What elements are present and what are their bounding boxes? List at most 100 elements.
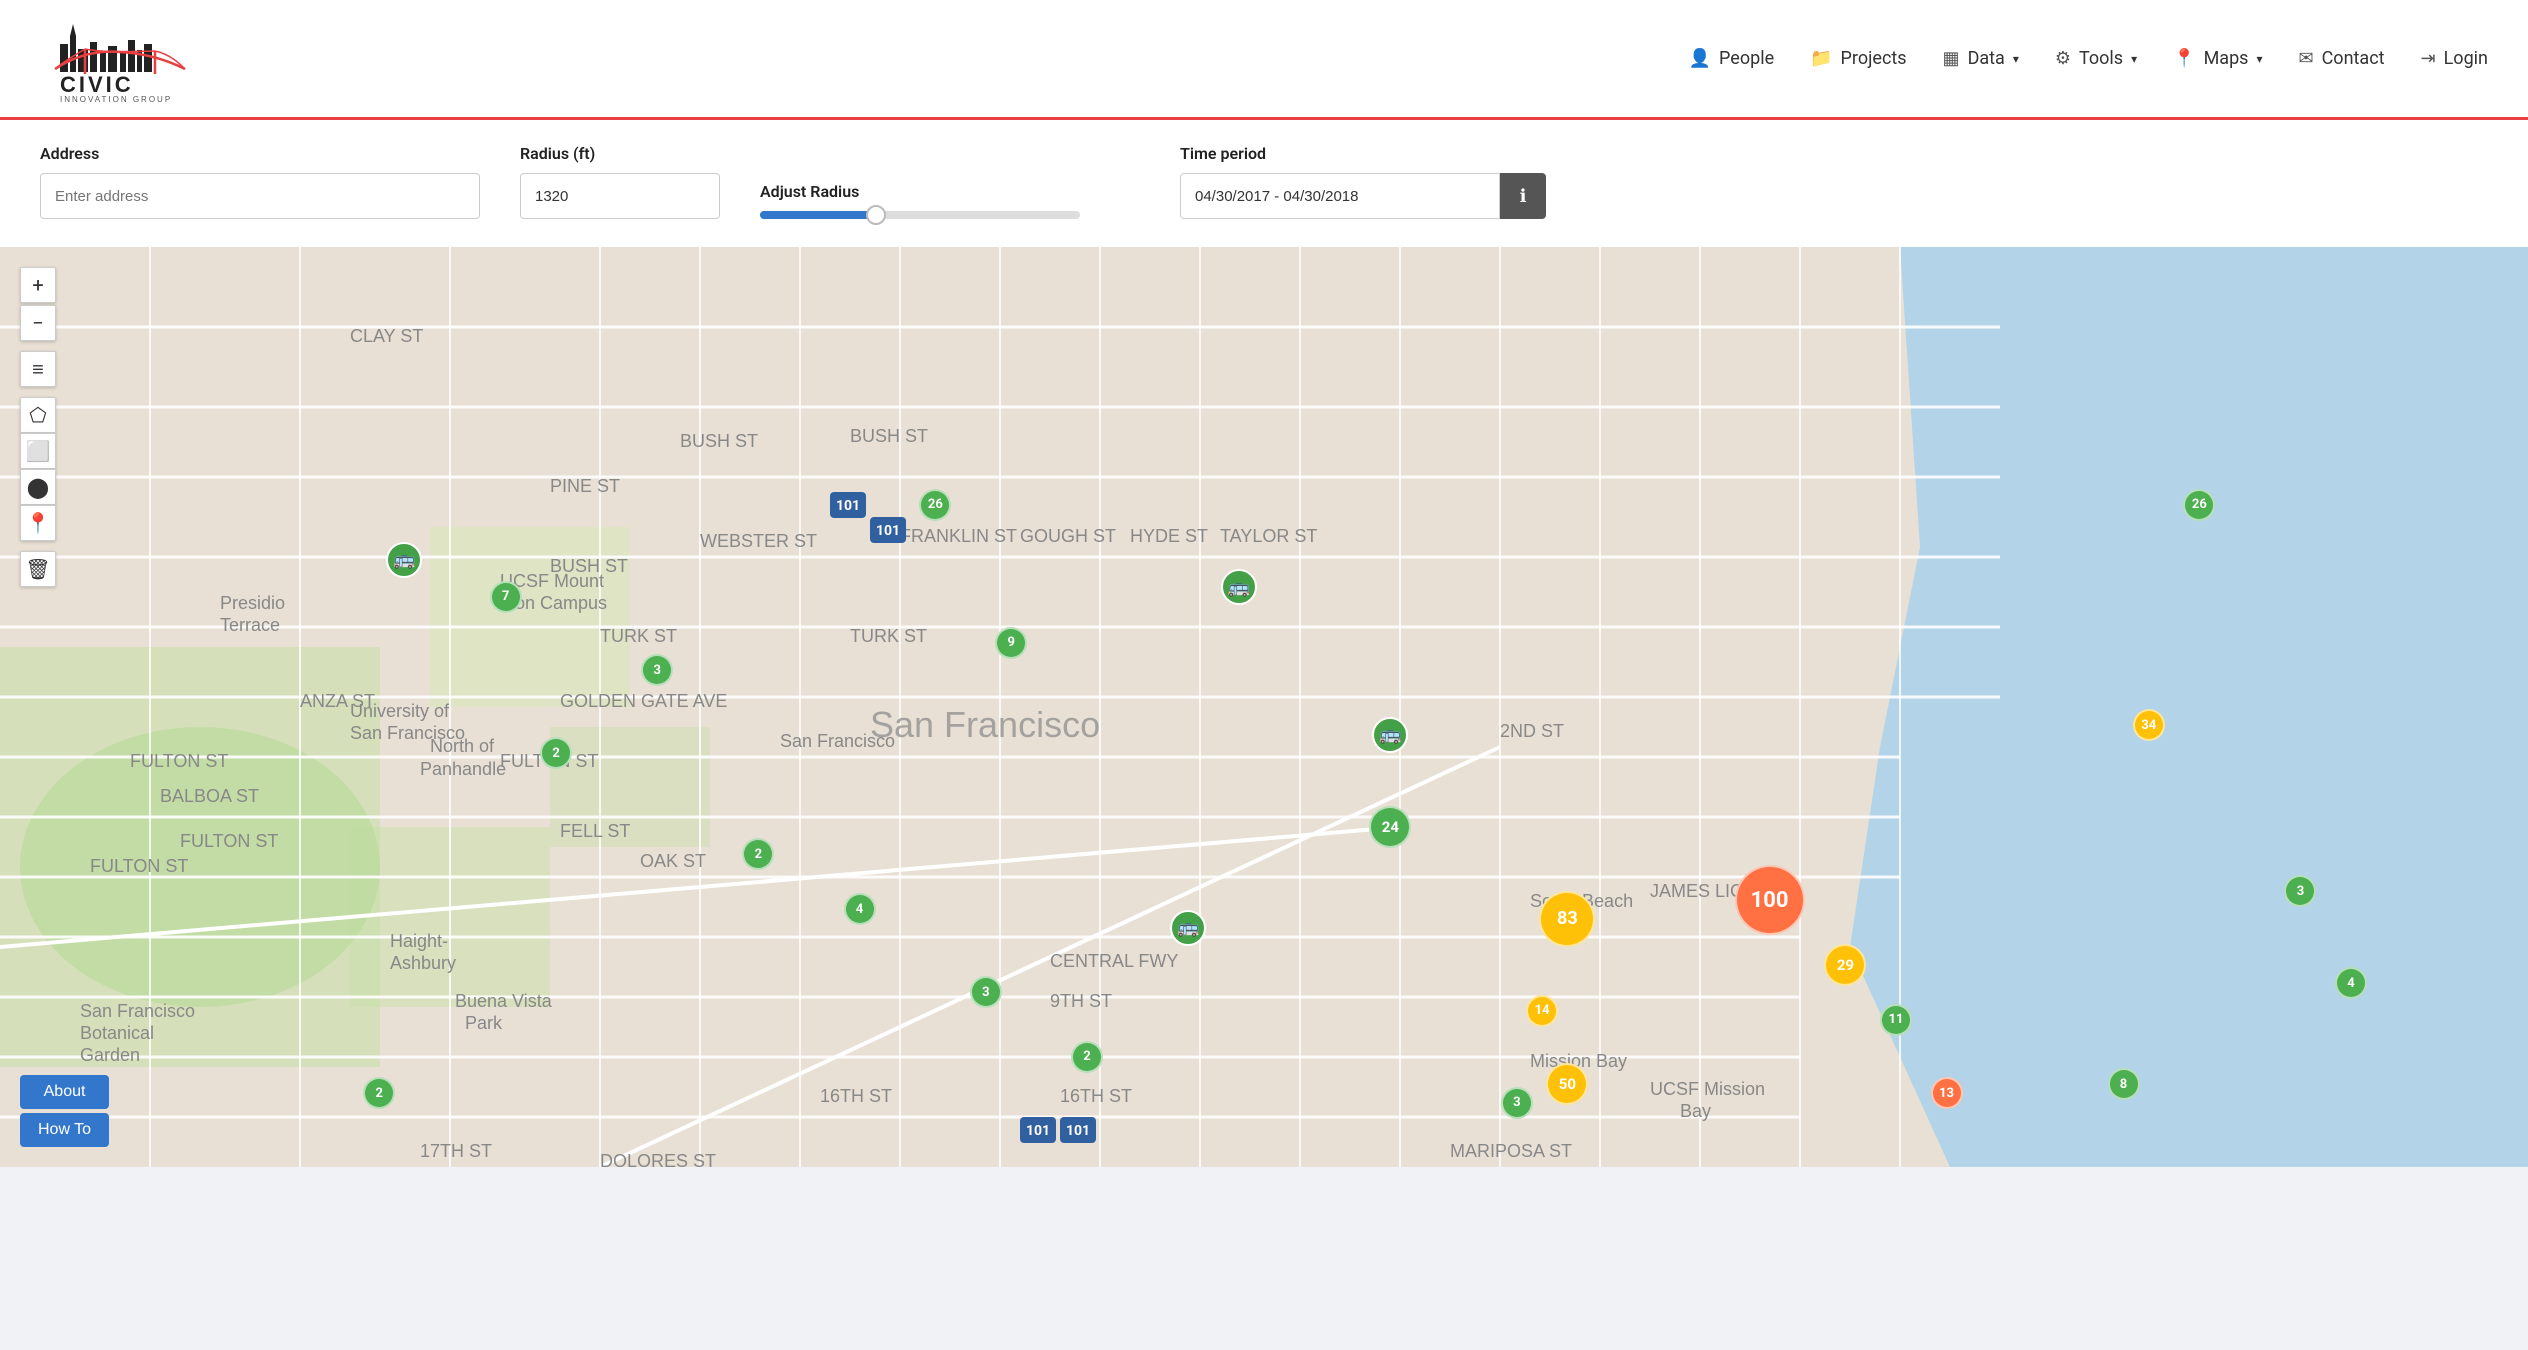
cluster-marker[interactable]: 11 bbox=[1880, 1004, 1912, 1036]
map-container: CLAY ST PINE ST BUSH ST BUSH ST BUSH ST … bbox=[0, 247, 2528, 1167]
svg-text:TURK ST: TURK ST bbox=[850, 626, 927, 646]
svg-text:101: 101 bbox=[876, 523, 900, 539]
rectangle-draw-button[interactable]: ⬜ bbox=[20, 433, 56, 469]
svg-text:FULTON ST: FULTON ST bbox=[130, 751, 228, 771]
cluster-marker[interactable]: 9 bbox=[995, 627, 1027, 659]
svg-text:North of: North of bbox=[430, 736, 495, 756]
circle-draw-button[interactable]: ⬤ bbox=[20, 469, 56, 505]
slider-track[interactable] bbox=[760, 211, 1080, 219]
cluster-marker[interactable]: 83 bbox=[1539, 891, 1595, 947]
svg-text:TAYLOR ST: TAYLOR ST bbox=[1220, 526, 1317, 546]
time-period-info-button[interactable]: ℹ bbox=[1500, 173, 1546, 219]
cluster-marker[interactable]: 3 bbox=[641, 654, 673, 686]
svg-text:Presidio: Presidio bbox=[220, 593, 285, 613]
svg-text:101: 101 bbox=[1066, 1123, 1090, 1139]
contact-icon: ✉ bbox=[2299, 48, 2314, 69]
delete-button[interactable]: 🗑 bbox=[20, 551, 56, 587]
bus-stop-marker[interactable]: 🚌 bbox=[1372, 717, 1408, 753]
address-label: Address bbox=[40, 144, 480, 163]
howto-button[interactable]: How To bbox=[20, 1113, 109, 1147]
cluster-marker[interactable]: 3 bbox=[970, 976, 1002, 1008]
radius-input[interactable] bbox=[520, 173, 720, 219]
radius-slider-container bbox=[760, 211, 1140, 219]
svg-text:Haight-: Haight- bbox=[390, 931, 448, 951]
logo-svg: CIVIC INNOVATION GROUP bbox=[40, 14, 200, 104]
nav-tools-label: Tools bbox=[2079, 48, 2123, 69]
zoom-in-button[interactable]: + bbox=[20, 267, 56, 303]
cluster-marker[interactable]: 26 bbox=[2183, 489, 2215, 521]
svg-text:GOLDEN GATE AVE: GOLDEN GATE AVE bbox=[560, 691, 727, 711]
nav-maps[interactable]: 📍 Maps ▾ bbox=[2173, 48, 2262, 69]
nav-data-label: Data bbox=[1968, 48, 2005, 69]
bus-stop-marker[interactable]: 🚌 bbox=[1221, 569, 1257, 605]
svg-text:Garden: Garden bbox=[80, 1045, 140, 1065]
slider-thumb[interactable] bbox=[866, 205, 886, 225]
point-draw-button[interactable]: 📍 bbox=[20, 505, 56, 541]
svg-text:UCSF Mission: UCSF Mission bbox=[1650, 1079, 1765, 1099]
cluster-marker[interactable]: 14 bbox=[1526, 995, 1558, 1027]
svg-text:2ND ST: 2ND ST bbox=[1500, 721, 1564, 741]
cluster-marker[interactable]: 2 bbox=[540, 737, 572, 769]
time-period-label: Time period bbox=[1180, 144, 1546, 163]
svg-text:16TH ST: 16TH ST bbox=[820, 1086, 892, 1106]
map-background: CLAY ST PINE ST BUSH ST BUSH ST BUSH ST … bbox=[0, 247, 2528, 1167]
cluster-marker[interactable]: 24 bbox=[1369, 806, 1411, 848]
svg-text:FELL ST: FELL ST bbox=[560, 821, 630, 841]
cluster-marker[interactable]: 7 bbox=[490, 581, 522, 613]
cluster-marker[interactable]: 8 bbox=[2108, 1068, 2140, 1100]
header: CIVIC INNOVATION GROUP 👤 People 📁 Projec… bbox=[0, 0, 2528, 120]
nav-tools[interactable]: ⚙ Tools ▾ bbox=[2055, 48, 2137, 69]
time-period-container: ℹ bbox=[1180, 173, 1546, 219]
bottom-buttons: About How To bbox=[20, 1075, 109, 1147]
maps-icon: 📍 bbox=[2173, 48, 2195, 69]
bus-stop-marker[interactable]: 🚌 bbox=[386, 542, 422, 578]
people-icon: 👤 bbox=[1689, 48, 1711, 69]
cluster-marker[interactable]: 50 bbox=[1546, 1063, 1588, 1105]
nav-data[interactable]: ▦ Data ▾ bbox=[1943, 48, 2019, 69]
svg-text:Terrace: Terrace bbox=[220, 615, 280, 635]
time-period-input[interactable] bbox=[1180, 173, 1500, 219]
cluster-marker[interactable]: 34 bbox=[2133, 709, 2165, 741]
cluster-marker[interactable]: 2 bbox=[1071, 1041, 1103, 1073]
time-period-group: Time period ℹ bbox=[1180, 144, 1546, 219]
cluster-marker[interactable]: 13 bbox=[1931, 1077, 1963, 1109]
nav-contact[interactable]: ✉ Contact bbox=[2299, 48, 2385, 69]
about-button[interactable]: About bbox=[20, 1075, 109, 1109]
svg-text:OAK ST: OAK ST bbox=[640, 851, 706, 871]
cluster-marker[interactable]: 4 bbox=[844, 893, 876, 925]
svg-text:HYDE ST: HYDE ST bbox=[1130, 526, 1208, 546]
nav-contact-label: Contact bbox=[2322, 48, 2385, 69]
polygon-draw-button[interactable]: ⬠ bbox=[20, 397, 56, 433]
bus-stop-marker[interactable]: 🚌 bbox=[1170, 910, 1206, 946]
svg-text:CIVIC: CIVIC bbox=[60, 72, 134, 97]
nav-projects[interactable]: 📁 Projects bbox=[1810, 48, 1906, 69]
tools-icon: ⚙ bbox=[2055, 48, 2071, 69]
svg-text:San Francisco: San Francisco bbox=[870, 704, 1100, 745]
cluster-marker[interactable]: 100 bbox=[1735, 865, 1805, 935]
svg-text:BUSH ST: BUSH ST bbox=[850, 426, 928, 446]
cluster-marker[interactable]: 29 bbox=[1824, 944, 1866, 986]
svg-text:9TH ST: 9TH ST bbox=[1050, 991, 1112, 1011]
cluster-marker[interactable]: 3 bbox=[1501, 1087, 1533, 1119]
cluster-marker[interactable]: 2 bbox=[363, 1077, 395, 1109]
svg-text:16TH ST: 16TH ST bbox=[1060, 1086, 1132, 1106]
address-input[interactable] bbox=[40, 173, 480, 219]
address-group: Address bbox=[40, 144, 480, 219]
cluster-marker[interactable]: 26 bbox=[919, 489, 951, 521]
svg-text:TURK ST: TURK ST bbox=[600, 626, 677, 646]
svg-text:CENTRAL FWY: CENTRAL FWY bbox=[1050, 951, 1178, 971]
svg-text:Botanical: Botanical bbox=[80, 1023, 154, 1043]
zoom-out-button[interactable]: − bbox=[20, 305, 56, 341]
svg-text:BUSH ST: BUSH ST bbox=[680, 431, 758, 451]
adjust-radius-group: Adjust Radius bbox=[760, 182, 1140, 219]
cluster-marker[interactable]: 2 bbox=[742, 838, 774, 870]
layers-button[interactable]: ≡ bbox=[20, 351, 56, 387]
svg-text:CLAY ST: CLAY ST bbox=[350, 326, 423, 346]
cluster-marker[interactable]: 3 bbox=[2284, 875, 2316, 907]
nav-people[interactable]: 👤 People bbox=[1689, 48, 1775, 69]
cluster-marker[interactable]: 4 bbox=[2335, 967, 2367, 999]
nav-login[interactable]: ⇥ Login bbox=[2421, 48, 2488, 69]
svg-text:San Francisco: San Francisco bbox=[80, 1001, 195, 1021]
controls-bar: Address Radius (ft) Adjust Radius Time p… bbox=[0, 120, 2528, 247]
data-dropdown-arrow: ▾ bbox=[2013, 52, 2019, 66]
